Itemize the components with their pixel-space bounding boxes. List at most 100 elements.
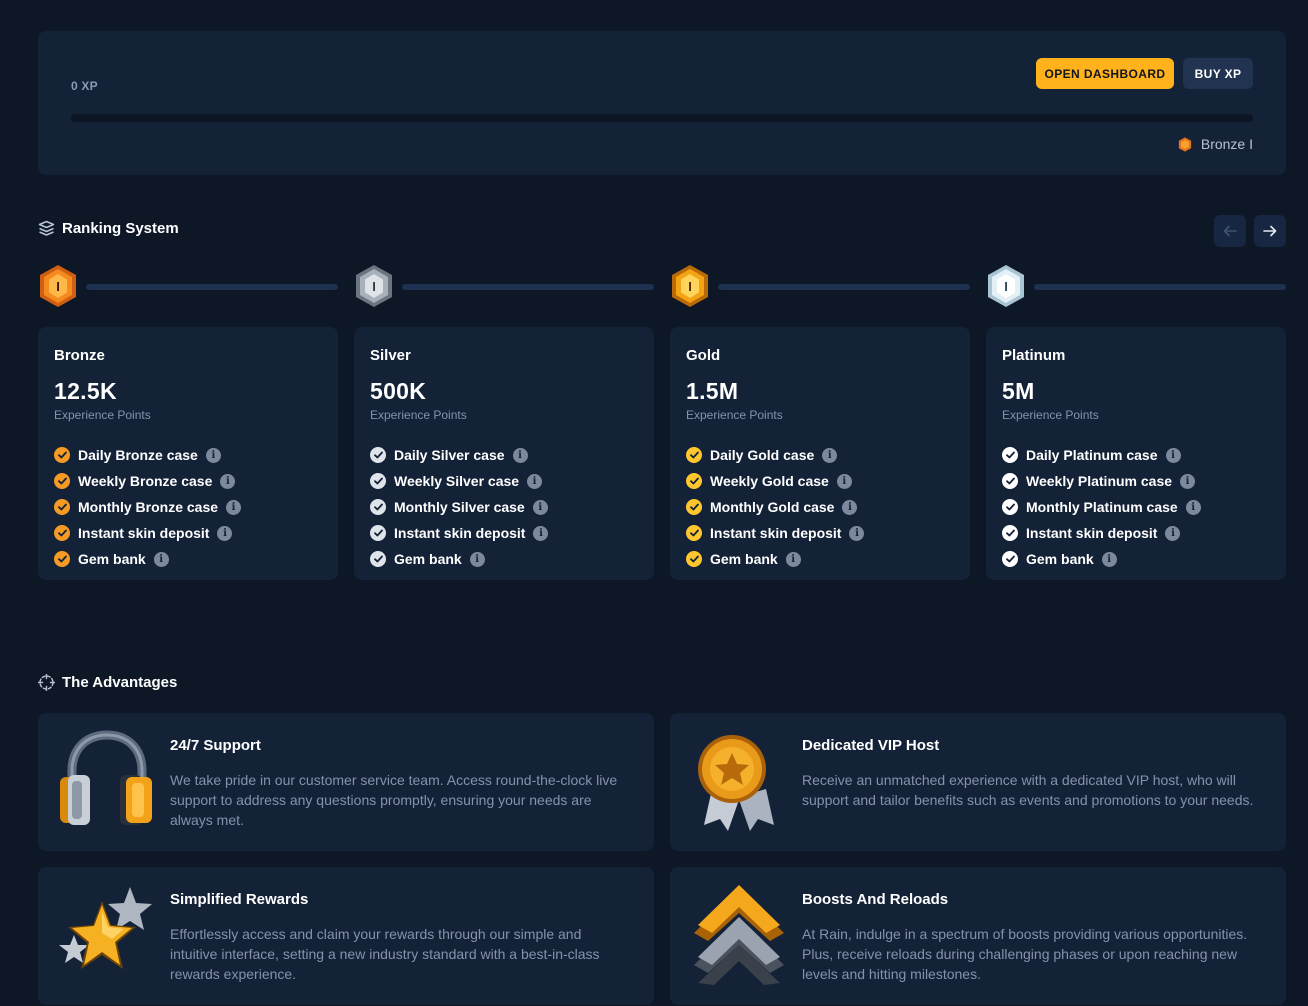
info-icon[interactable]: i xyxy=(842,499,858,515)
benefit-label: Gem bank xyxy=(78,551,146,567)
info-icon[interactable]: i xyxy=(153,551,169,567)
timeline-segment xyxy=(86,284,338,290)
benefit-label: Weekly Bronze case xyxy=(78,473,213,489)
ranking-system-title: Ranking System xyxy=(62,220,179,237)
rank-name: Gold xyxy=(686,347,721,364)
xp-amount: 0 XP xyxy=(71,79,98,93)
prev-arrow-button[interactable] xyxy=(1214,215,1246,247)
rank-xp-label: Experience Points xyxy=(1002,408,1099,422)
info-icon[interactable]: i xyxy=(849,525,865,541)
open-dashboard-button[interactable]: OPEN DASHBOARD xyxy=(1036,58,1174,89)
check-icon xyxy=(1002,551,1018,567)
headphones-icon xyxy=(60,730,152,825)
advantage-card-vip-host: Dedicated VIP Host Receive an unmatched … xyxy=(670,713,1286,851)
rank-xp-label: Experience Points xyxy=(686,408,783,422)
benefit-label: Weekly Platinum case xyxy=(1026,473,1173,489)
benefit-item: Gem bank i xyxy=(1002,546,1270,572)
check-icon xyxy=(370,447,386,463)
stars-icon xyxy=(59,887,152,969)
benefit-list: Daily Platinum case i Weekly Platinum case… xyxy=(1002,442,1270,572)
check-icon xyxy=(686,525,702,541)
check-icon xyxy=(1002,499,1018,515)
advantage-description: Effortlessly access and claim your rewar… xyxy=(170,926,600,982)
benefit-item: Gem bank i xyxy=(686,546,954,572)
rank-name: Bronze xyxy=(54,347,105,364)
info-icon[interactable]: i xyxy=(512,447,528,463)
rank-card-silver: Silver 500K Experience Points Daily Silver … xyxy=(354,327,654,580)
info-icon[interactable]: i xyxy=(1180,473,1196,489)
benefit-list: Daily Silver case i Weekly Silver case i Mon… xyxy=(370,442,638,572)
advantage-title: 24/7 Support xyxy=(170,737,261,754)
advantage-description: Receive an unmatched experience with a d… xyxy=(802,772,1254,808)
benefit-label: Daily Bronze case xyxy=(78,447,198,463)
info-icon[interactable]: i xyxy=(836,473,852,489)
advantages-title: The Advantages xyxy=(62,674,178,691)
info-icon[interactable]: i xyxy=(469,551,485,567)
advantage-title: Dedicated VIP Host xyxy=(802,737,940,754)
rank-timeline: I I I I xyxy=(38,264,1286,310)
benefit-item: Weekly Bronze case i xyxy=(54,468,322,494)
rank-card-bronze: Bronze 12.5K Experience Points Daily Bronze… xyxy=(38,327,338,580)
next-arrow-button[interactable] xyxy=(1254,215,1286,247)
arrow-right-icon xyxy=(1263,225,1277,237)
info-icon[interactable]: i xyxy=(785,551,801,567)
benefit-label: Weekly Gold case xyxy=(710,473,829,489)
benefit-label: Monthly Silver case xyxy=(394,499,525,515)
gold-rank-numeral: I xyxy=(688,279,692,294)
benefit-label: Instant skin deposit xyxy=(394,525,526,541)
arrow-left-icon xyxy=(1223,225,1237,237)
info-icon[interactable]: i xyxy=(1185,499,1201,515)
silver-rank-numeral: I xyxy=(372,279,376,294)
platinum-rank-numeral: I xyxy=(1004,279,1008,294)
info-icon[interactable]: i xyxy=(527,473,543,489)
rank-xp-value: 12.5K xyxy=(54,378,117,404)
gold-rank-icon: I xyxy=(672,265,708,307)
advantage-card-rewards: Simplified Rewards Effortlessly access a… xyxy=(38,867,654,1005)
xp-progress-bar xyxy=(71,114,1253,122)
bronze-rank-icon: I xyxy=(40,265,76,307)
benefit-item: Gem bank i xyxy=(370,546,638,572)
check-icon xyxy=(686,499,702,515)
check-icon xyxy=(1002,447,1018,463)
rank-name: Platinum xyxy=(1002,347,1066,364)
rank-card-gold: Gold 1.5M Experience Points Daily Gold case… xyxy=(670,327,970,580)
info-icon[interactable]: i xyxy=(532,499,548,515)
benefit-label: Daily Gold case xyxy=(710,447,815,463)
info-icon[interactable]: i xyxy=(1165,525,1181,541)
benefit-item: Daily Platinum case i xyxy=(1002,442,1270,468)
rank-card-platinum: Platinum 5M Experience Points Daily Platinu… xyxy=(986,327,1286,580)
info-icon[interactable]: i xyxy=(217,525,233,541)
benefit-item: Instant skin deposit i xyxy=(686,520,954,546)
layers-icon xyxy=(38,220,55,236)
benefit-label: Monthly Gold case xyxy=(710,499,835,515)
info-icon[interactable]: i xyxy=(822,447,838,463)
info-icon[interactable]: i xyxy=(1101,551,1117,567)
benefit-item: Instant skin deposit i xyxy=(54,520,322,546)
check-icon xyxy=(54,447,70,463)
rank-xp-value: 1.5M xyxy=(686,378,739,404)
benefit-label: Monthly Bronze case xyxy=(78,499,219,515)
advantage-title: Simplified Rewards xyxy=(170,891,309,908)
rank-xp-value: 5M xyxy=(1002,378,1035,404)
benefit-label: Gem bank xyxy=(394,551,462,567)
info-icon[interactable]: i xyxy=(1165,447,1181,463)
check-icon xyxy=(1002,473,1018,489)
advantage-description: We take pride in our customer service te… xyxy=(170,772,618,828)
benefit-item: Monthly Bronze case i xyxy=(54,494,322,520)
info-icon[interactable]: i xyxy=(205,447,221,463)
benefit-label: Monthly Platinum case xyxy=(1026,499,1178,515)
crosshair-icon xyxy=(38,674,55,691)
advantage-card-boosts: Boosts And Reloads At Rain, indulge in a… xyxy=(670,867,1286,1005)
buy-xp-button[interactable]: BUY XP xyxy=(1183,58,1253,89)
benefit-item: Monthly Gold case i xyxy=(686,494,954,520)
info-icon[interactable]: i xyxy=(533,525,549,541)
rank-xp-label: Experience Points xyxy=(370,408,467,422)
check-icon xyxy=(686,473,702,489)
rank-xp-label: Experience Points xyxy=(54,408,151,422)
current-rank: Bronze I xyxy=(1178,136,1253,152)
benefit-item: Gem bank i xyxy=(54,546,322,572)
bronze-rank-numeral: I xyxy=(56,279,60,294)
info-icon[interactable]: i xyxy=(226,499,242,515)
medal-icon xyxy=(698,735,774,831)
info-icon[interactable]: i xyxy=(220,473,236,489)
